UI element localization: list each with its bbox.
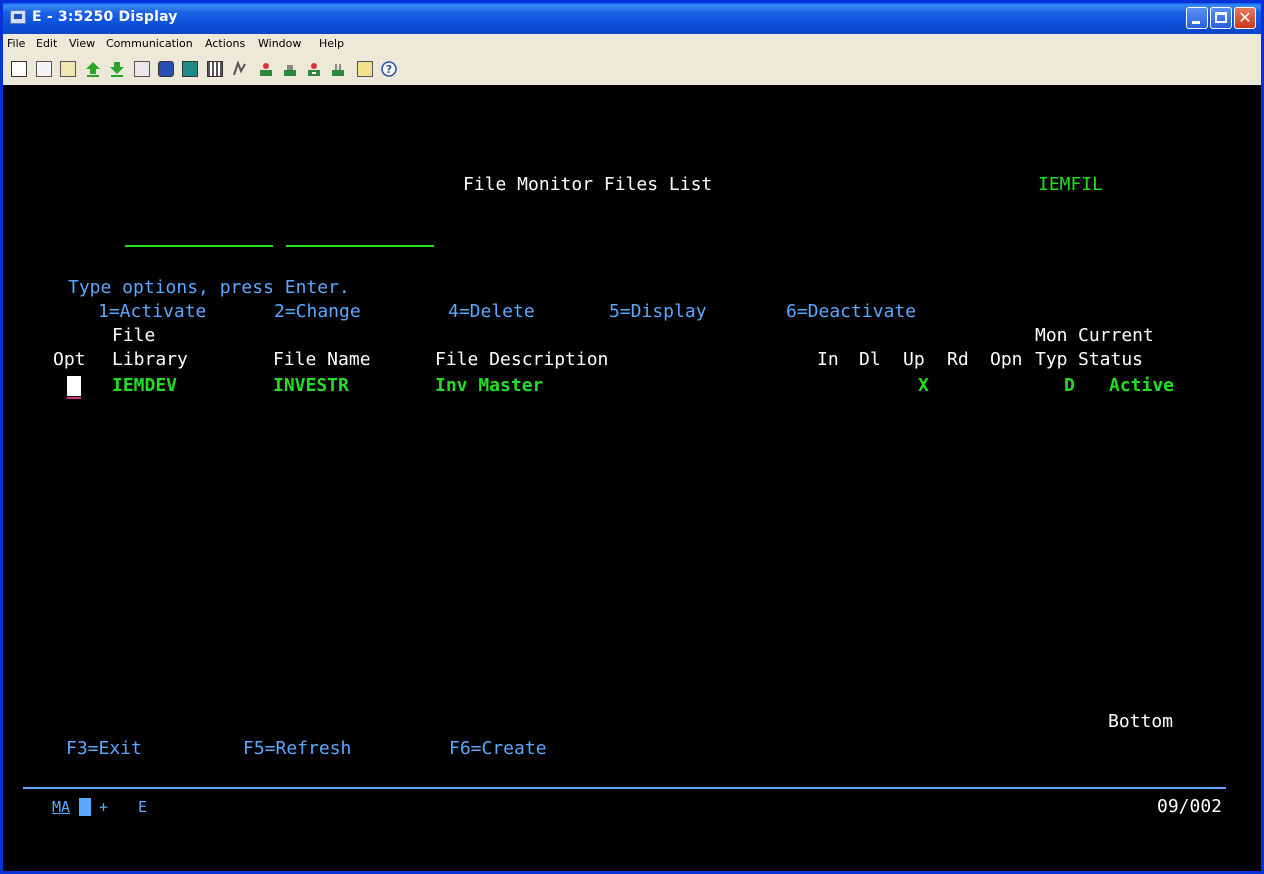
copy-icon[interactable] [11,61,27,77]
header-opt: Opt [53,349,86,370]
terminal-screen[interactable]: File Monitor Files List IEMFIL Type opti… [3,85,1261,871]
header-dl: Dl [859,349,881,370]
print-setup-icon[interactable] [282,61,298,77]
row-typ: D [1064,375,1075,396]
instructions: Type options, press Enter. [68,277,350,298]
header-current-upper: Current [1078,325,1154,346]
library-filter-field[interactable] [125,245,273,247]
svg-text:?: ? [386,63,392,76]
minimize-button[interactable] [1186,7,1208,29]
header-up: Up [903,349,925,370]
option-activate: 1=Activate [98,301,207,322]
status-cursor-block [79,798,91,816]
option-display: 5=Display [609,301,707,322]
display-icon[interactable] [182,61,198,77]
header-mon-upper: Mon [1035,325,1068,346]
keypad-icon[interactable] [207,61,223,77]
option-delete: 4=Delete [448,301,535,322]
status-e: E [138,798,148,816]
fkey-create[interactable]: F6=Create [449,739,547,759]
fkey-exit[interactable]: F3=Exit [66,739,142,759]
row-description: Inv Master [435,375,544,396]
receive-file-icon[interactable] [109,61,125,77]
header-file-upper: File [112,325,156,346]
header-file-description: File Description [435,349,609,370]
macro-icon[interactable] [134,61,150,77]
menu-communication[interactable]: Communication [106,37,193,50]
menu-actions[interactable]: Actions [205,37,245,50]
menu-bar: File Edit View Communication Actions Win… [3,34,1261,53]
trace-icon[interactable] [306,61,322,77]
opt-input[interactable] [67,376,81,396]
maximize-button[interactable] [1210,7,1232,29]
header-in: In [817,349,839,370]
header-typ: Typ [1035,349,1068,370]
title-bar[interactable]: E - 3:5250 Display ✕ [3,3,1261,34]
option-change: 2=Change [274,301,361,322]
menu-file[interactable]: File [7,37,25,50]
paste-special-icon[interactable] [60,61,76,77]
help-icon[interactable]: ? [381,61,397,77]
notes-icon[interactable] [357,61,373,77]
program-id: IEMFIL [1038,174,1104,195]
connect-icon[interactable] [158,61,174,77]
header-library: Library [112,349,188,370]
fkey-refresh[interactable]: F5=Refresh [243,739,351,759]
row-status: Active [1109,375,1175,396]
toolbar: ? [3,53,1261,86]
file-filter-field[interactable] [286,245,434,247]
screen-title: File Monitor Files List [463,174,713,195]
header-file-name: File Name [273,349,371,370]
paste-icon[interactable] [36,61,52,77]
header-status: Status [1078,349,1144,370]
close-icon: ✕ [1238,8,1252,27]
cursor-position: 09/002 [1157,796,1223,817]
row-library: IEMDEV [112,375,178,396]
clear-icon[interactable] [330,61,346,77]
menu-edit[interactable]: Edit [36,37,57,50]
option-deactivate: 6=Deactivate [786,301,917,322]
menu-view[interactable]: View [69,37,95,50]
print-icon[interactable] [258,61,274,77]
menu-help[interactable]: Help [319,37,344,50]
terminal-icon[interactable] [10,10,26,24]
status-ma: MA [52,798,71,816]
row-file-name: INVESTR [273,375,349,396]
minimize-icon [1192,21,1200,24]
status-indicator: + [99,798,109,816]
header-opn: Opn [990,349,1023,370]
send-file-icon[interactable] [85,61,101,77]
status-separator [23,787,1226,789]
header-rd: Rd [947,349,969,370]
row-up: X [918,375,929,396]
more-indicator: Bottom [1108,711,1174,732]
maximize-icon [1215,12,1227,23]
opt-underline [67,397,81,399]
emulator-window: E - 3:5250 Display ✕ File Edit View Comm… [0,0,1264,874]
window-title: E - 3:5250 Display [32,9,178,25]
close-button[interactable]: ✕ [1234,7,1256,29]
menu-window[interactable]: Window [258,37,301,50]
edit-icon[interactable] [232,60,248,77]
